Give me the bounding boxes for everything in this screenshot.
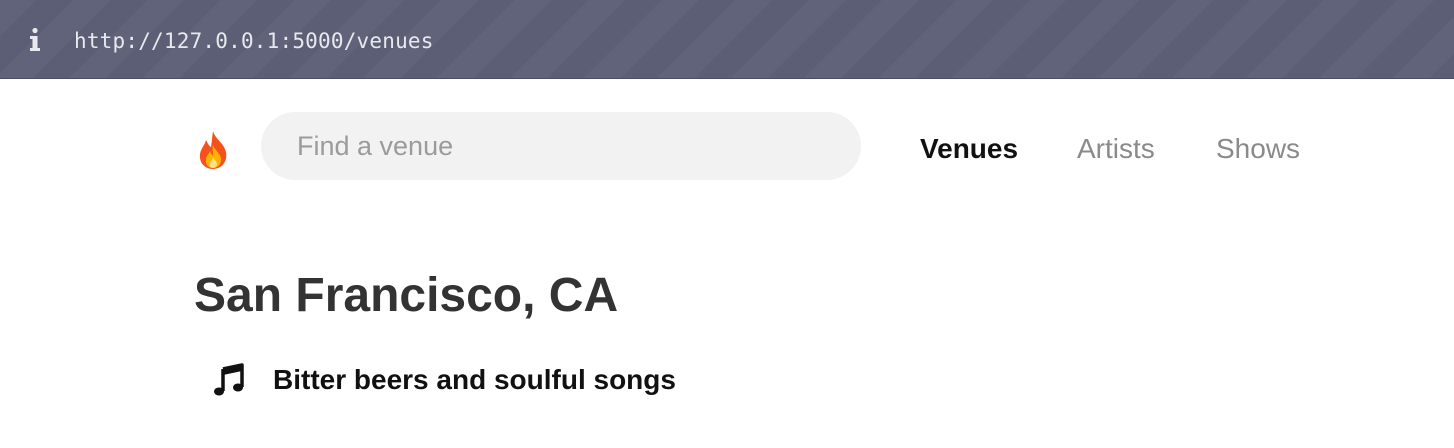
nav-link-venues[interactable]: Venues: [920, 132, 1018, 166]
page: Venues Artists Shows San Francisco, CA B…: [0, 80, 1454, 448]
info-icon[interactable]: [28, 27, 42, 53]
venue-list-item[interactable]: Bitter beers and soulful songs: [212, 360, 676, 400]
city-heading: San Francisco, CA: [194, 269, 619, 322]
url-text[interactable]: http://127.0.0.1:5000/venues: [74, 28, 434, 54]
venue-name[interactable]: Bitter beers and soulful songs: [273, 364, 676, 396]
nav-link-artists[interactable]: Artists: [1077, 132, 1155, 166]
search-input[interactable]: [261, 112, 861, 180]
fire-icon[interactable]: [196, 130, 230, 170]
nav-link-shows[interactable]: Shows: [1216, 132, 1300, 166]
browser-url-bar[interactable]: http://127.0.0.1:5000/venues: [0, 0, 1454, 79]
music-note-icon: [214, 363, 244, 396]
